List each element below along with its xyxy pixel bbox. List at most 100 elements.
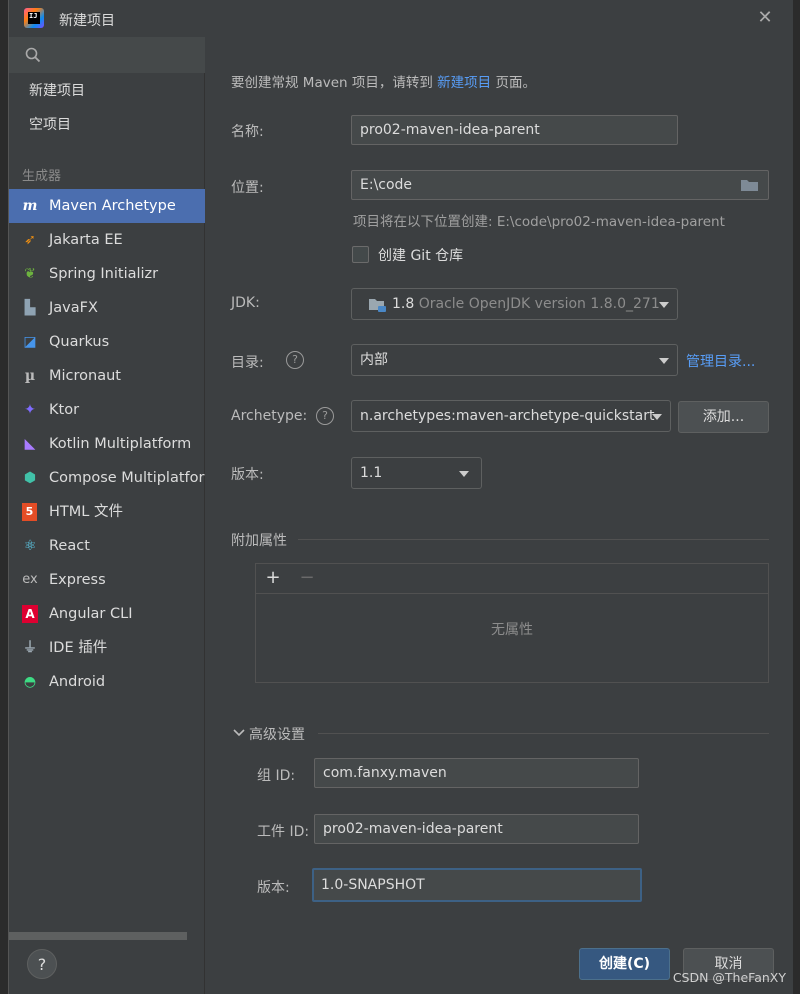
sidebar-item-label: Angular CLI bbox=[49, 606, 133, 622]
sidebar-item-label: IDE 插件 bbox=[49, 640, 108, 656]
chevron-down-icon bbox=[659, 302, 669, 308]
catalog-value: 内部 bbox=[360, 352, 388, 368]
maven-icon: m bbox=[22, 198, 38, 214]
no-properties-text: 无属性 bbox=[491, 622, 533, 638]
remove-property-button[interactable]: − bbox=[297, 568, 317, 588]
archetype-label: Archetype: bbox=[231, 408, 308, 424]
jdk-folder-icon bbox=[369, 299, 386, 312]
sidebar-item-label: Quarkus bbox=[49, 334, 110, 350]
version-value: 1.1 bbox=[360, 465, 383, 481]
chevron-down-icon bbox=[659, 358, 669, 364]
chevron-down-icon bbox=[459, 471, 469, 477]
version-select[interactable]: 1.1 bbox=[351, 457, 482, 489]
properties-table: + − 无属性 bbox=[255, 563, 769, 683]
create-button[interactable]: 创建(C) bbox=[579, 948, 670, 980]
csdn-watermark: CSDN @TheFanXY bbox=[672, 970, 786, 985]
sidebar-item-angular-cli[interactable]: A Angular CLI bbox=[9, 597, 205, 631]
react-icon: ⚛ bbox=[23, 538, 37, 554]
sidebar-item-ktor[interactable]: ✦ Ktor bbox=[9, 393, 205, 427]
intellij-logo-icon: IJ bbox=[24, 8, 44, 28]
sidebar-item-label: JavaFX bbox=[49, 300, 98, 316]
sidebar-item-kotlin-multiplatform[interactable]: ◣ Kotlin Multiplatform bbox=[9, 427, 205, 461]
sidebar-item-label: Jakarta EE bbox=[49, 232, 123, 248]
divider bbox=[298, 539, 769, 540]
sidebar-item-compose-multiplatform[interactable]: ⬢ Compose Multiplatform bbox=[9, 461, 205, 495]
help-circle-icon[interactable]: ? bbox=[286, 351, 304, 369]
html5-icon: 5 bbox=[22, 503, 37, 521]
new-project-dialog: IJ 新建项目 ✕ 新建项目 空项目 生成器 m Maven Archetype… bbox=[8, 0, 793, 994]
sidebar-item-jakarta-ee[interactable]: ➶ Jakarta EE bbox=[9, 223, 205, 257]
search-input[interactable] bbox=[9, 37, 205, 73]
add-archetype-button[interactable]: 添加... bbox=[678, 401, 769, 433]
sidebar-item-label: Express bbox=[49, 572, 106, 588]
sidebar-item-react[interactable]: ⚛ React bbox=[9, 529, 205, 563]
spring-icon: ❦ bbox=[24, 266, 36, 282]
archetype-select[interactable]: n.archetypes:maven-archetype-quickstart bbox=[351, 400, 671, 432]
sidebar-item-javafx[interactable]: ▙ JavaFX bbox=[9, 291, 205, 325]
sidebar-item-quarkus[interactable]: ◪ Quarkus bbox=[9, 325, 205, 359]
sidebar-item-new-project[interactable]: 新建项目 bbox=[9, 74, 205, 108]
jdk-description: Oracle OpenJDK version 1.8.0_271 bbox=[418, 296, 660, 312]
sidebar-item-express[interactable]: ex Express bbox=[9, 563, 205, 597]
group-id-field[interactable]: com.fanxy.maven bbox=[314, 758, 639, 788]
location-field[interactable]: E:\code bbox=[351, 170, 769, 200]
catalog-label: 目录: bbox=[231, 355, 264, 371]
jdk-label: JDK: bbox=[231, 295, 260, 311]
main-form: 要创建常规 Maven 项目，请转到 新建项目 页面。 名称: pro02-ma… bbox=[206, 37, 793, 994]
name-field[interactable]: pro02-maven-idea-parent bbox=[351, 115, 678, 145]
micronaut-icon: µ bbox=[24, 368, 36, 384]
sidebar-item-html-file[interactable]: 5 HTML 文件 bbox=[9, 495, 205, 529]
quarkus-icon: ◪ bbox=[23, 334, 37, 350]
sidebar-item-maven-archetype[interactable]: m Maven Archetype bbox=[9, 189, 205, 223]
name-label: 名称: bbox=[231, 124, 264, 140]
properties-toolbar: + − bbox=[256, 564, 768, 594]
sidebar-item-ide-plugin[interactable]: ⏚ IDE 插件 bbox=[9, 631, 205, 665]
sidebar-item-label: Spring Initializr bbox=[49, 266, 159, 282]
adv-version-label: 版本: bbox=[257, 880, 290, 896]
adv-version-field[interactable]: 1.0-SNAPSHOT bbox=[312, 868, 642, 902]
generators-group-label: 生成器 bbox=[22, 169, 62, 184]
compose-icon: ⬢ bbox=[23, 470, 37, 486]
folder-icon[interactable] bbox=[740, 178, 760, 192]
close-icon[interactable]: ✕ bbox=[755, 8, 775, 28]
help-circle-icon[interactable]: ? bbox=[316, 407, 334, 425]
help-button[interactable]: ? bbox=[27, 949, 57, 979]
advanced-settings-toggle[interactable]: 高级设置 bbox=[249, 724, 305, 744]
sidebar-item-android[interactable]: ◓ Android bbox=[9, 665, 205, 699]
jakarta-icon: ➶ bbox=[24, 232, 36, 248]
title-bar: IJ 新建项目 ✕ bbox=[9, 0, 793, 37]
catalog-select[interactable]: 内部 bbox=[351, 344, 678, 376]
sidebar-item-spring-initializr[interactable]: ❦ Spring Initializr bbox=[9, 257, 205, 291]
sidebar-item-empty-project[interactable]: 空项目 bbox=[9, 108, 205, 142]
add-property-button[interactable]: + bbox=[263, 568, 283, 588]
git-repo-label: 创建 Git 仓库 bbox=[378, 248, 464, 264]
android-icon: ◓ bbox=[23, 674, 37, 690]
javafx-icon: ▙ bbox=[24, 300, 36, 316]
new-project-link[interactable]: 新建项目 bbox=[437, 75, 491, 91]
sidebar: 新建项目 空项目 生成器 m Maven Archetype ➶ Jakarta… bbox=[9, 37, 205, 994]
express-icon: ex bbox=[22, 572, 38, 587]
location-value: E:\code bbox=[360, 177, 413, 193]
chevron-down-icon[interactable] bbox=[233, 727, 245, 739]
additional-properties-label: 附加属性 bbox=[231, 533, 287, 549]
location-hint: 项目将在以下位置创建: E:\code\pro02-maven-idea-par… bbox=[353, 214, 725, 230]
sidebar-item-label: React bbox=[49, 538, 90, 554]
dialog-title: 新建项目 bbox=[59, 13, 115, 29]
kotlin-icon: ◣ bbox=[24, 436, 36, 452]
jdk-select[interactable]: 1.8 Oracle OpenJDK version 1.8.0_271 bbox=[351, 288, 678, 320]
git-repo-checkbox[interactable] bbox=[352, 246, 369, 263]
group-id-label: 组 ID: bbox=[257, 768, 296, 784]
sidebar-item-label: HTML 文件 bbox=[49, 504, 123, 520]
sidebar-scrollbar[interactable] bbox=[9, 932, 187, 940]
artifact-id-label: 工件 ID: bbox=[257, 824, 310, 840]
background-edge bbox=[0, 0, 8, 994]
sidebar-item-label: Kotlin Multiplatform bbox=[49, 436, 192, 452]
artifact-id-field[interactable]: pro02-maven-idea-parent bbox=[314, 814, 639, 844]
sidebar-item-label: Android bbox=[49, 674, 106, 690]
jdk-version: 1.8 bbox=[392, 296, 415, 312]
sidebar-item-micronaut[interactable]: µ Micronaut bbox=[9, 359, 205, 393]
manage-catalogs-link[interactable]: 管理目录... bbox=[686, 351, 755, 371]
sidebar-item-label: Maven Archetype bbox=[49, 198, 176, 214]
search-icon bbox=[25, 47, 41, 63]
ktor-icon: ✦ bbox=[24, 402, 36, 418]
